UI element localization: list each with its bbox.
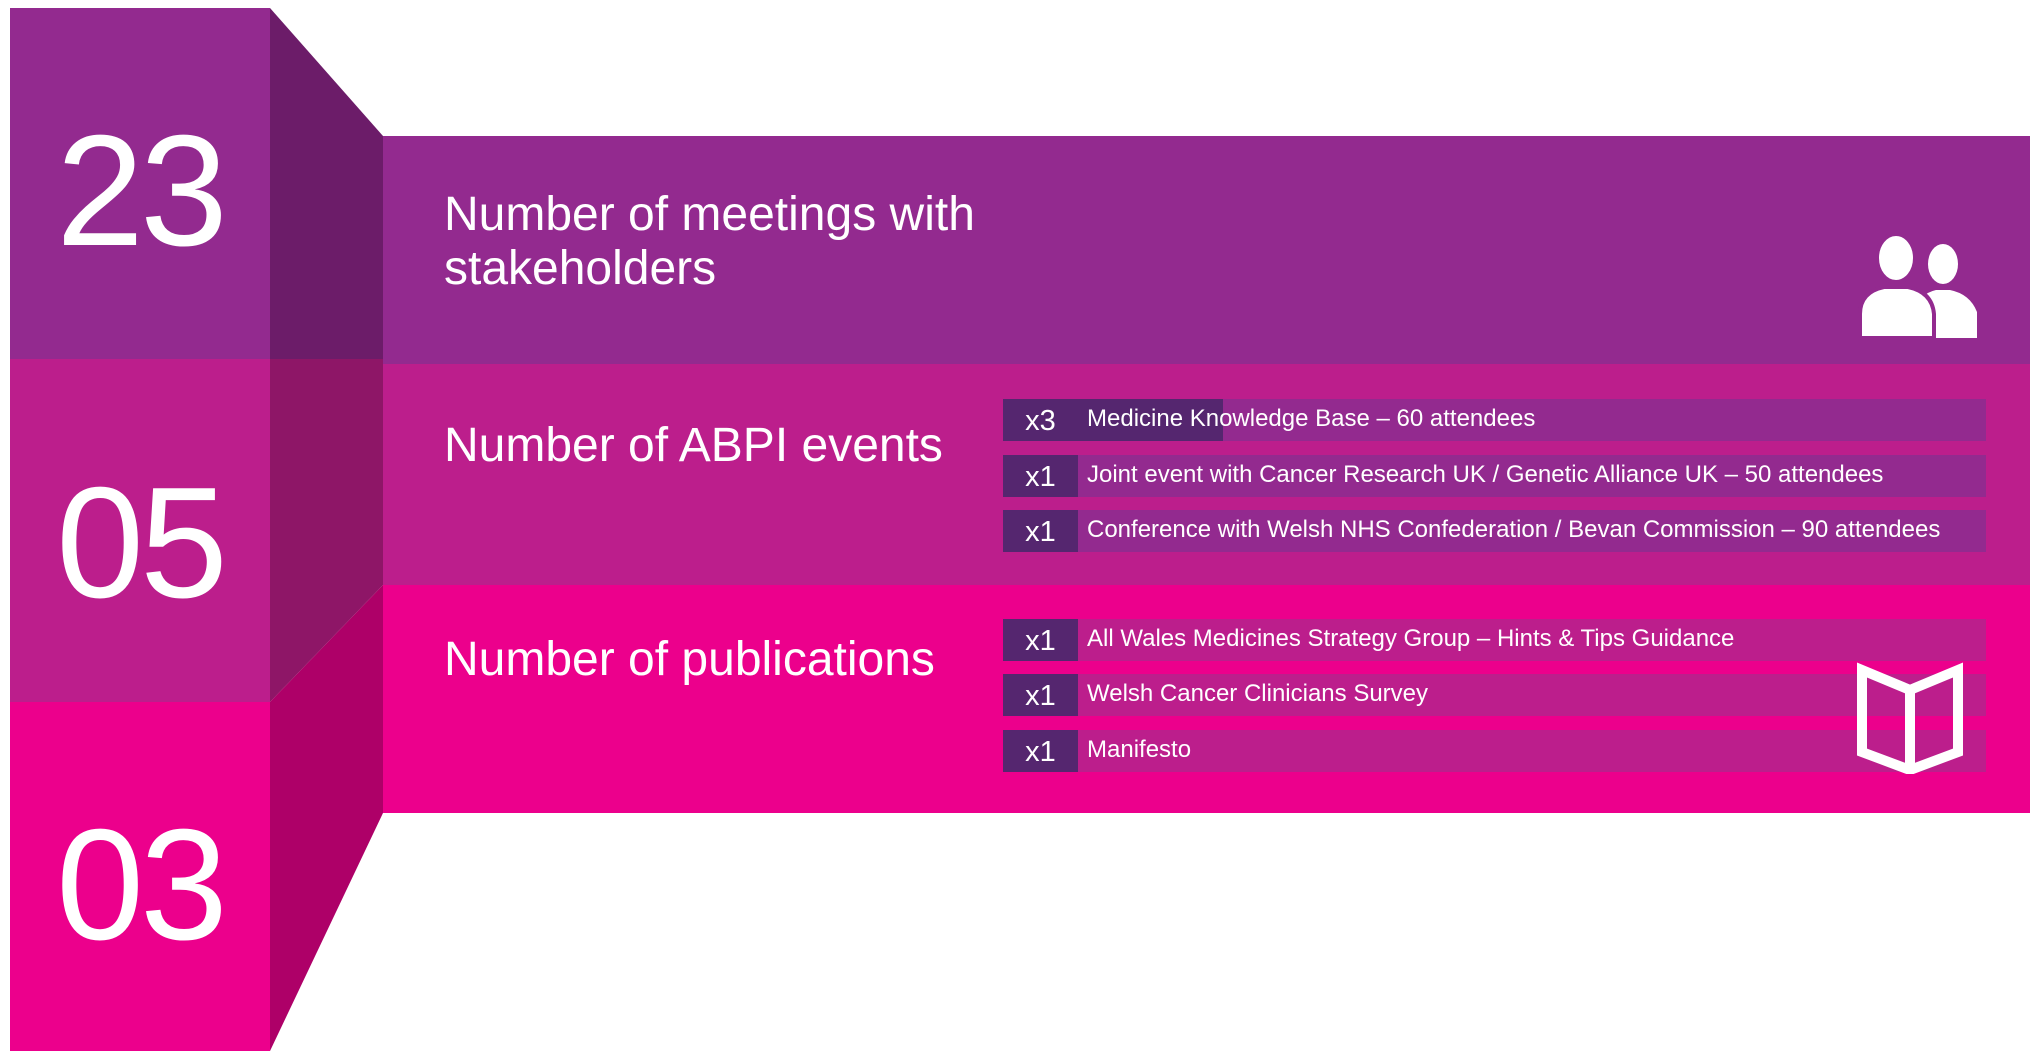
meetings-title: Number of meetings with stakeholders — [444, 188, 975, 295]
publication-item: x1 Manifesto — [1003, 730, 1986, 772]
events-number: 05 — [56, 455, 228, 631]
event-item-count: x1 — [1025, 516, 1056, 548]
event-item: x1 Conference with Welsh NHS Confederati… — [1003, 510, 1986, 552]
publication-item-count: x1 — [1025, 736, 1056, 768]
people-icon — [1858, 234, 1977, 338]
event-item-label: Joint event with Cancer Research UK / Ge… — [1087, 461, 1884, 488]
event-item-label: Conference with Welsh NHS Confederation … — [1087, 516, 1941, 543]
event-item: x3 Medicine Knowledge Base – 60 attendee… — [1003, 399, 1986, 441]
event-item-count: x3 — [1025, 405, 1056, 437]
publication-item: x1 All Wales Medicines Strategy Group – … — [1003, 619, 1986, 661]
publication-item-label: All Wales Medicines Strategy Group – Hin… — [1087, 625, 1735, 652]
publication-item-count: x1 — [1025, 625, 1056, 657]
open-book-icon — [1857, 662, 1963, 774]
publication-item: x1 Welsh Cancer Clinicians Survey — [1003, 674, 1986, 716]
event-item-count: x1 — [1025, 461, 1056, 493]
publication-item-count: x1 — [1025, 680, 1056, 712]
publications-number: 03 — [56, 797, 228, 973]
publication-item-label: Welsh Cancer Clinicians Survey — [1087, 680, 1429, 707]
event-item-label: Medicine Knowledge Base – 60 attendees — [1087, 405, 1536, 432]
publication-item-label: Manifesto — [1087, 736, 1192, 763]
meetings-number: 23 — [56, 103, 228, 279]
event-item: x1 Joint event with Cancer Research UK /… — [1003, 455, 1986, 497]
publications-title: Number of publications — [444, 633, 935, 686]
events-title: Number of ABPI events — [444, 419, 943, 472]
